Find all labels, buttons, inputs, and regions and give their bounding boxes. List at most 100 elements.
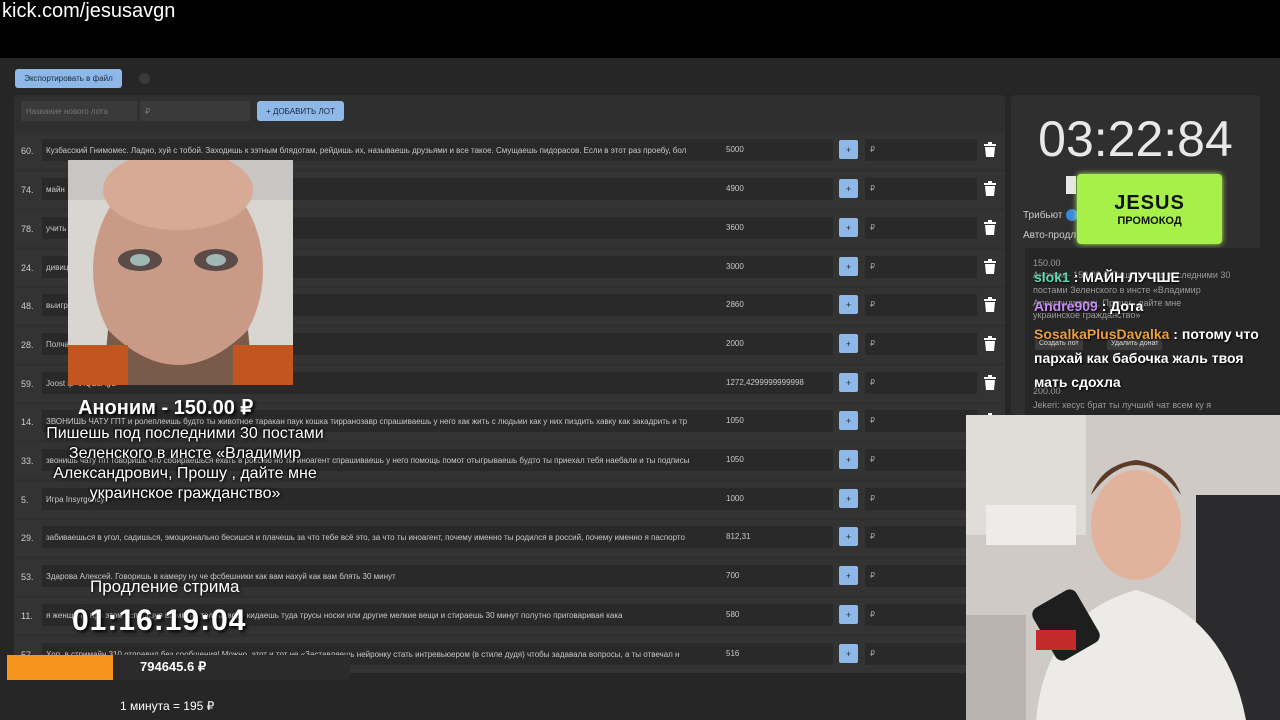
donation-total: 794645.6 ₽ <box>140 659 207 674</box>
trash-icon[interactable] <box>983 220 997 236</box>
promo-subtitle: ПРОМОКОД <box>1117 214 1182 227</box>
lot-number: 11. <box>21 611 33 621</box>
add-amount-button[interactable]: + <box>839 295 858 314</box>
lot-name-input[interactable]: забиваешься в угол, садишься, эмоциональ… <box>42 526 728 548</box>
trash-icon[interactable] <box>983 259 997 275</box>
add-amount-button[interactable]: + <box>839 373 858 392</box>
lot-amount[interactable]: 2000 <box>721 333 833 355</box>
trash-icon[interactable] <box>983 181 997 197</box>
streamer-image <box>966 415 1280 720</box>
chat-bg-line: постами Зеленского в инсте «Владимир <box>1033 285 1201 295</box>
lot-amount[interactable]: 580 <box>721 604 833 626</box>
chat-message: slok1 : МАЙН ЛУЧШЕ <box>1034 269 1180 285</box>
add-amount-input[interactable]: ₽ <box>865 333 977 355</box>
add-amount-button[interactable]: + <box>839 218 858 237</box>
lot-amount[interactable]: 1272,4299999999998 <box>721 372 833 394</box>
lot-number: 53. <box>21 572 34 582</box>
lot-number: 24. <box>21 263 34 273</box>
pause-icon[interactable] <box>1066 176 1076 194</box>
donation-message: Пишешь под последними 30 постами Зеленск… <box>46 425 324 502</box>
promo-badge: JESUS ПРОМОКОД <box>1077 174 1222 244</box>
stream-url: kick.com/jesusavgn <box>2 0 176 22</box>
status-dot <box>139 73 150 84</box>
add-amount-button[interactable]: + <box>839 411 858 430</box>
add-amount-input[interactable]: ₽ <box>865 643 977 665</box>
add-amount-input[interactable]: ₽ <box>865 410 977 432</box>
export-button[interactable]: Экспортировать в файл <box>15 69 122 88</box>
add-amount-input[interactable]: ₽ <box>865 565 977 587</box>
chat-message-cont: мать сдохла <box>1034 374 1121 390</box>
streamer-webcam <box>966 415 1280 720</box>
lot-number: 48. <box>21 301 34 311</box>
add-amount-input[interactable]: ₽ <box>865 488 977 510</box>
lot-number: 60. <box>21 146 34 156</box>
progress-fill <box>7 655 114 680</box>
trash-icon[interactable] <box>983 142 997 158</box>
chat-username: slok1 <box>1034 269 1070 285</box>
lot-amount[interactable]: 1050 <box>721 449 833 471</box>
lot-name-input[interactable]: Кузбасский Гнимомес. Ладно, хуй с тобой.… <box>42 139 728 161</box>
add-amount-input[interactable]: ₽ <box>865 217 977 239</box>
add-amount-input[interactable]: ₽ <box>865 604 977 626</box>
lot-amount[interactable]: 516 <box>721 643 833 665</box>
add-amount-button[interactable]: + <box>839 140 858 159</box>
tribute-label: Трибьют <box>1023 210 1063 221</box>
lot-amount[interactable]: 5000 <box>721 139 833 161</box>
lot-number: 29. <box>21 533 34 543</box>
add-amount-button[interactable]: + <box>839 257 858 276</box>
add-amount-button[interactable]: + <box>839 489 858 508</box>
chat-bg-amount: 150.00 <box>1033 258 1061 268</box>
chat-message: Andre909 : Дота <box>1034 298 1143 314</box>
lot-amount[interactable]: 700 <box>721 565 833 587</box>
lot-amount[interactable]: 1050 <box>721 410 833 432</box>
add-amount-button[interactable]: + <box>839 605 858 624</box>
price-per-minute: 1 минута = 195 ₽ <box>120 699 215 713</box>
chat-text: : потому что <box>1169 326 1259 342</box>
add-amount-input[interactable]: ₽ <box>865 526 977 548</box>
lot-amount[interactable]: 3000 <box>721 256 833 278</box>
trash-icon[interactable] <box>983 297 997 313</box>
chat-overlay: 150.00 Аноним - 150.00 ₽ Пишешь под посл… <box>1025 248 1280 418</box>
promo-title: JESUS <box>1114 191 1185 214</box>
add-amount-input[interactable]: ₽ <box>865 178 977 200</box>
donor-name: Аноним - 150.00 ₽ <box>78 397 254 419</box>
lot-number: 78. <box>21 224 34 234</box>
trash-icon[interactable] <box>983 375 997 391</box>
chat-username: Andre909 <box>1034 298 1098 314</box>
add-amount-button[interactable]: + <box>839 450 858 469</box>
donor-camera-image <box>68 160 293 385</box>
add-amount-input[interactable]: ₽ <box>865 139 977 161</box>
lot-amount[interactable]: 812,31 <box>721 526 833 548</box>
extension-timer: 01:16:19:04 <box>72 604 247 637</box>
add-amount-button[interactable]: + <box>839 527 858 546</box>
extension-label: Продление стрима <box>90 577 240 596</box>
add-amount-input[interactable]: ₽ <box>865 256 977 278</box>
chat-message: SosalkaPlusDavalka : потому что <box>1034 326 1259 342</box>
chat-text: : Дота <box>1097 298 1144 314</box>
add-amount-input[interactable]: ₽ <box>865 449 977 471</box>
auction-timer: 03:22:84 <box>1038 111 1233 167</box>
lot-number: 28. <box>21 340 34 350</box>
add-amount-button[interactable]: + <box>839 179 858 198</box>
add-amount-button[interactable]: + <box>839 566 858 585</box>
chat-text: : МАЙН ЛУЧШЕ <box>1069 269 1180 285</box>
new-lot-price-input[interactable] <box>140 101 250 121</box>
lot-amount[interactable]: 1000 <box>721 488 833 510</box>
add-amount-button[interactable]: + <box>839 334 858 353</box>
add-lot-button[interactable]: + ДОБАВИТЬ ЛОТ <box>257 101 344 121</box>
new-lot-name-input[interactable] <box>21 101 137 121</box>
lot-amount[interactable]: 2860 <box>721 294 833 316</box>
lot-number: 59. <box>21 379 34 389</box>
chat-bg-line: Jekeri: хесус брат ты лучший чат всем ку… <box>1033 400 1212 410</box>
auto-extend-label: Авто-продл <box>1023 230 1077 241</box>
donation-progress-bar: 794645.6 ₽ <box>7 655 350 680</box>
lot-amount[interactable]: 3600 <box>721 217 833 239</box>
trash-icon[interactable] <box>983 336 997 352</box>
add-amount-input[interactable]: ₽ <box>865 294 977 316</box>
chat-username: SosalkaPlusDavalka <box>1034 326 1170 342</box>
lot-amount[interactable]: 4900 <box>721 178 833 200</box>
add-amount-button[interactable]: + <box>839 644 858 663</box>
chat-message-cont: пархай как бабочка жаль твоя <box>1034 350 1244 366</box>
donor-face-image <box>68 160 293 385</box>
add-amount-input[interactable]: ₽ <box>865 372 977 394</box>
